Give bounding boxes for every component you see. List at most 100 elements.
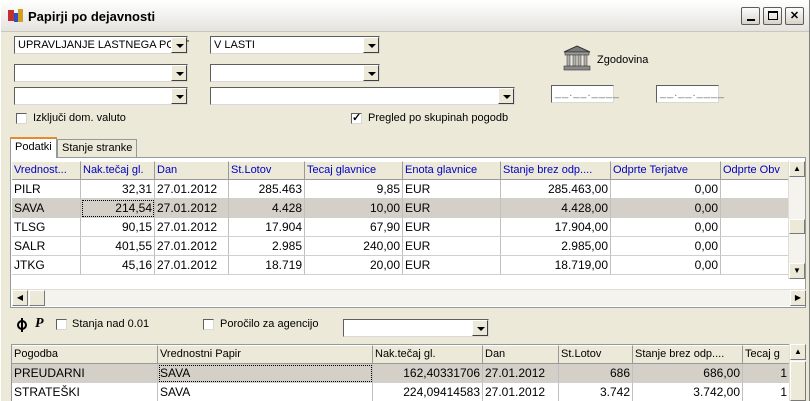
table-cell[interactable]: 1 [743, 364, 789, 383]
table-cell[interactable]: 686 [559, 364, 633, 383]
scroll-right-icon[interactable]: ▶ [790, 290, 806, 306]
contracts-grid-vscroll[interactable]: ▲ [789, 344, 806, 401]
table-cell[interactable]: SALR [12, 237, 81, 256]
scroll-thumb[interactable] [789, 219, 805, 234]
table-cell[interactable]: 32,31 [81, 180, 155, 199]
column-header[interactable]: Stanje brez odp.... [501, 161, 611, 180]
table-cell[interactable]: 67,90 [305, 218, 403, 237]
table-cell[interactable]: 401,55 [81, 237, 155, 256]
table-cell[interactable] [721, 218, 788, 237]
securities-grid[interactable]: Vrednost... Nak.tečaj gl. Dan St.Lotov Tecaj… [12, 161, 788, 279]
table-cell[interactable]: 10,00 [305, 199, 403, 218]
table-cell[interactable]: 4.428,00 [501, 199, 611, 218]
table-cell[interactable]: 0,00 [611, 199, 721, 218]
table-cell[interactable] [721, 256, 788, 275]
print-icon[interactable]: P [35, 316, 44, 332]
table-cell[interactable] [721, 180, 788, 199]
column-header[interactable]: Enota glavnice [403, 161, 501, 180]
minimize-button[interactable] [741, 7, 760, 25]
table-cell[interactable]: 3.742 [559, 383, 633, 401]
hscroll-thumb[interactable] [29, 290, 45, 306]
table-cell[interactable]: EUR [403, 256, 501, 275]
table-cell[interactable] [721, 237, 788, 256]
exclude-domestic-checkbox[interactable] [16, 113, 27, 124]
table-cell[interactable]: 20,00 [305, 256, 403, 275]
table-cell[interactable]: 27.01.2012 [483, 364, 559, 383]
stanja-checkbox[interactable] [56, 319, 67, 330]
table-cell[interactable]: 18.719,00 [501, 256, 611, 275]
table-cell[interactable]: 27.01.2012 [155, 199, 229, 218]
column-header[interactable]: Odprte Terjatve [611, 161, 721, 180]
column-header[interactable]: Nak.tečaj gl. [373, 345, 483, 364]
table-cell[interactable]: 27.01.2012 [155, 180, 229, 199]
column-header[interactable]: Tecaj glavnice [305, 161, 403, 180]
table-cell[interactable]: JTKG [12, 256, 81, 275]
column-header[interactable]: Dan [483, 345, 559, 364]
chevron-down-icon[interactable] [363, 65, 379, 81]
table-cell[interactable]: EUR [403, 199, 501, 218]
securities-grid-vscroll[interactable]: ▲ ▼ [788, 161, 805, 279]
table-cell[interactable]: 4.428 [229, 199, 305, 218]
scroll-down-icon[interactable]: ▼ [789, 263, 805, 279]
history-icon[interactable] [562, 44, 592, 72]
column-header[interactable]: Dan [155, 161, 229, 180]
date-from-field[interactable]: __.__.____ [551, 85, 619, 103]
column-header[interactable]: St.Lotov [229, 161, 305, 180]
scroll-up-icon[interactable]: ▲ [789, 161, 805, 177]
scroll-left-icon[interactable]: ◀ [12, 290, 28, 306]
table-cell[interactable]: 224,09414583 [373, 383, 483, 401]
table-cell[interactable]: 27.01.2012 [155, 256, 229, 275]
table-cell[interactable]: SAVA [12, 199, 81, 218]
table-cell[interactable]: 3.742,00 [633, 383, 743, 401]
table-cell[interactable]: SAVA [158, 364, 373, 383]
table-cell[interactable]: SAVA [158, 383, 373, 401]
filter-combo-5[interactable] [14, 87, 188, 105]
column-header[interactable]: Stanje brez odp.... [633, 345, 743, 364]
group-overview-checkbox[interactable]: ✓ [351, 113, 362, 124]
table-cell[interactable]: 0,00 [611, 256, 721, 275]
filter-combo-4[interactable] [210, 64, 380, 82]
tab-stanje-stranke[interactable]: Stanje stranke [57, 139, 138, 158]
chevron-down-icon[interactable] [363, 37, 379, 53]
table-cell[interactable]: TLSG [12, 218, 81, 237]
table-cell[interactable]: 2.985,00 [501, 237, 611, 256]
table-cell[interactable]: 2.985 [229, 237, 305, 256]
filter-combo-3[interactable] [14, 64, 188, 82]
table-cell[interactable] [721, 199, 788, 218]
maximize-button[interactable] [763, 7, 782, 25]
table-cell[interactable]: EUR [403, 237, 501, 256]
chevron-down-icon[interactable] [171, 37, 187, 53]
chevron-down-icon[interactable] [498, 88, 514, 104]
table-cell[interactable]: PREUDARNI [12, 364, 158, 383]
table-cell[interactable]: 214,54 [81, 199, 155, 218]
securities-grid-hscroll[interactable]: ◀ ▶ [12, 289, 806, 306]
table-cell[interactable]: EUR [403, 218, 501, 237]
table-cell[interactable]: 17.904 [229, 218, 305, 237]
contracts-grid[interactable]: Pogodba Vrednostni Papir Nak.tečaj gl. Dan S… [11, 344, 789, 401]
filter-tool-icon[interactable] [15, 318, 29, 332]
column-header[interactable]: Pogodba [12, 345, 158, 364]
column-header[interactable]: Nak.tečaj gl. [81, 161, 155, 180]
title-bar[interactable]: Papirji po dejavnosti ✕ [1, 0, 809, 32]
table-cell[interactable]: STRATEŠKI [12, 383, 158, 401]
table-cell[interactable]: 27.01.2012 [155, 218, 229, 237]
column-header[interactable]: St.Lotov [559, 345, 633, 364]
table-cell[interactable]: 240,00 [305, 237, 403, 256]
status-combo[interactable]: V LASTI [210, 36, 380, 54]
agency-combo[interactable] [343, 319, 489, 337]
table-cell[interactable]: 0,00 [611, 237, 721, 256]
table-cell[interactable]: 9,85 [305, 180, 403, 199]
table-cell[interactable]: 285.463,00 [501, 180, 611, 199]
table-cell[interactable]: 18.719 [229, 256, 305, 275]
table-cell[interactable]: 0,00 [611, 180, 721, 199]
table-cell[interactable]: 1 [743, 383, 789, 401]
column-header[interactable]: Odprte Obv [721, 161, 788, 180]
table-cell[interactable]: 27.01.2012 [155, 237, 229, 256]
close-button[interactable]: ✕ [785, 7, 804, 25]
tab-podatki[interactable]: Podatki [10, 137, 57, 158]
chevron-down-icon[interactable] [472, 320, 488, 336]
column-header[interactable]: Tecaj g [743, 345, 789, 364]
scroll-thumb[interactable] [790, 361, 806, 401]
table-cell[interactable]: 0,00 [611, 218, 721, 237]
table-cell[interactable]: PILR [12, 180, 81, 199]
